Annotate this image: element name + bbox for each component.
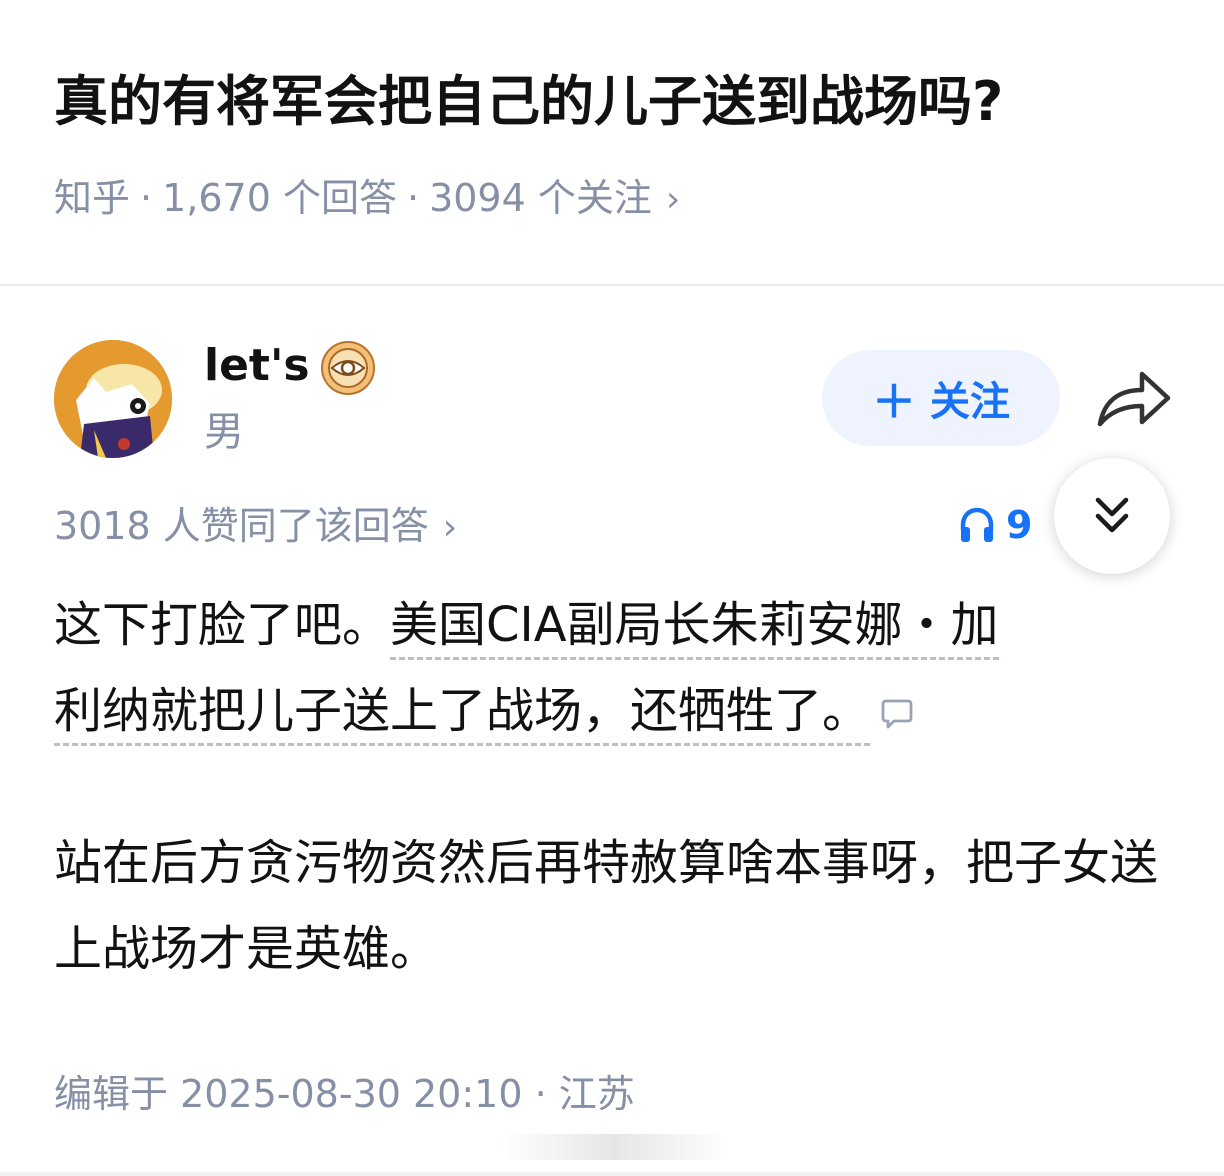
answer-text: 这下打脸了吧。 (54, 597, 391, 653)
chevron-right-icon: › (442, 507, 458, 548)
bottom-divider (0, 1172, 1224, 1176)
chevron-right-icon: › (665, 179, 681, 220)
question-meta[interactable]: 知乎 · 1,670 个回答 · 3094 个关注 › (54, 170, 680, 228)
ip-location: 江苏 (558, 1072, 635, 1116)
marked-text[interactable]: 美国CIA副局长朱莉安娜・加 (390, 597, 999, 660)
headphones-icon (960, 507, 994, 542)
marked-text[interactable]: 利纳就把儿子送上了战场，还牺牲了。 (54, 683, 871, 746)
author-name[interactable]: let's (204, 336, 310, 396)
separator-dot: · (406, 176, 420, 220)
cartoon-avatar-icon (54, 340, 172, 458)
comment-icon[interactable] (880, 698, 914, 730)
likes-line[interactable]: 3018 人赞同了该回答 › (54, 498, 457, 556)
avatar[interactable] (54, 340, 172, 458)
eye-badge-icon[interactable] (320, 340, 376, 396)
question-title[interactable]: 真的有将军会把自己的儿子送到战场吗? (54, 62, 1184, 142)
answer-paragraph-1: 这下打脸了吧。美国CIA副局长朱莉安娜・加 利纳就把儿子送上了战场，还牺牲了。 (54, 582, 1174, 754)
answer-paragraph-2: 站在后方贪污物资然后再特赦算啥本事呀，把子女送上战场才是英雄。 (54, 835, 1159, 977)
share-icon[interactable] (1094, 366, 1172, 432)
follow-button[interactable]: ＋ 关注 (822, 350, 1060, 446)
separator-dot: · (522, 1072, 559, 1116)
answer-count: 1,670 个回答 (162, 176, 397, 220)
collapse-button[interactable] (1054, 458, 1170, 574)
double-chevron-down-icon (1095, 497, 1129, 533)
follower-count: 3094 个关注 (429, 176, 652, 220)
author-gender: 男 (204, 409, 244, 455)
edit-time: 编辑于 2025-08-30 20:10 (54, 1072, 523, 1116)
listen-button[interactable]: 9 (958, 500, 1032, 550)
watermark (500, 1134, 730, 1160)
follow-label: 关注 (930, 379, 1010, 425)
section-divider (0, 284, 1224, 286)
plus-icon: ＋ (872, 377, 916, 428)
source-label: 知乎 (54, 176, 131, 220)
edit-meta: 编辑于 2025-08-30 20:10 · 江苏 (54, 1066, 635, 1122)
listen-count: 9 (1006, 503, 1033, 547)
separator-dot: · (140, 176, 153, 220)
like-count-text: 3018 人赞同了该回答 (54, 504, 429, 548)
